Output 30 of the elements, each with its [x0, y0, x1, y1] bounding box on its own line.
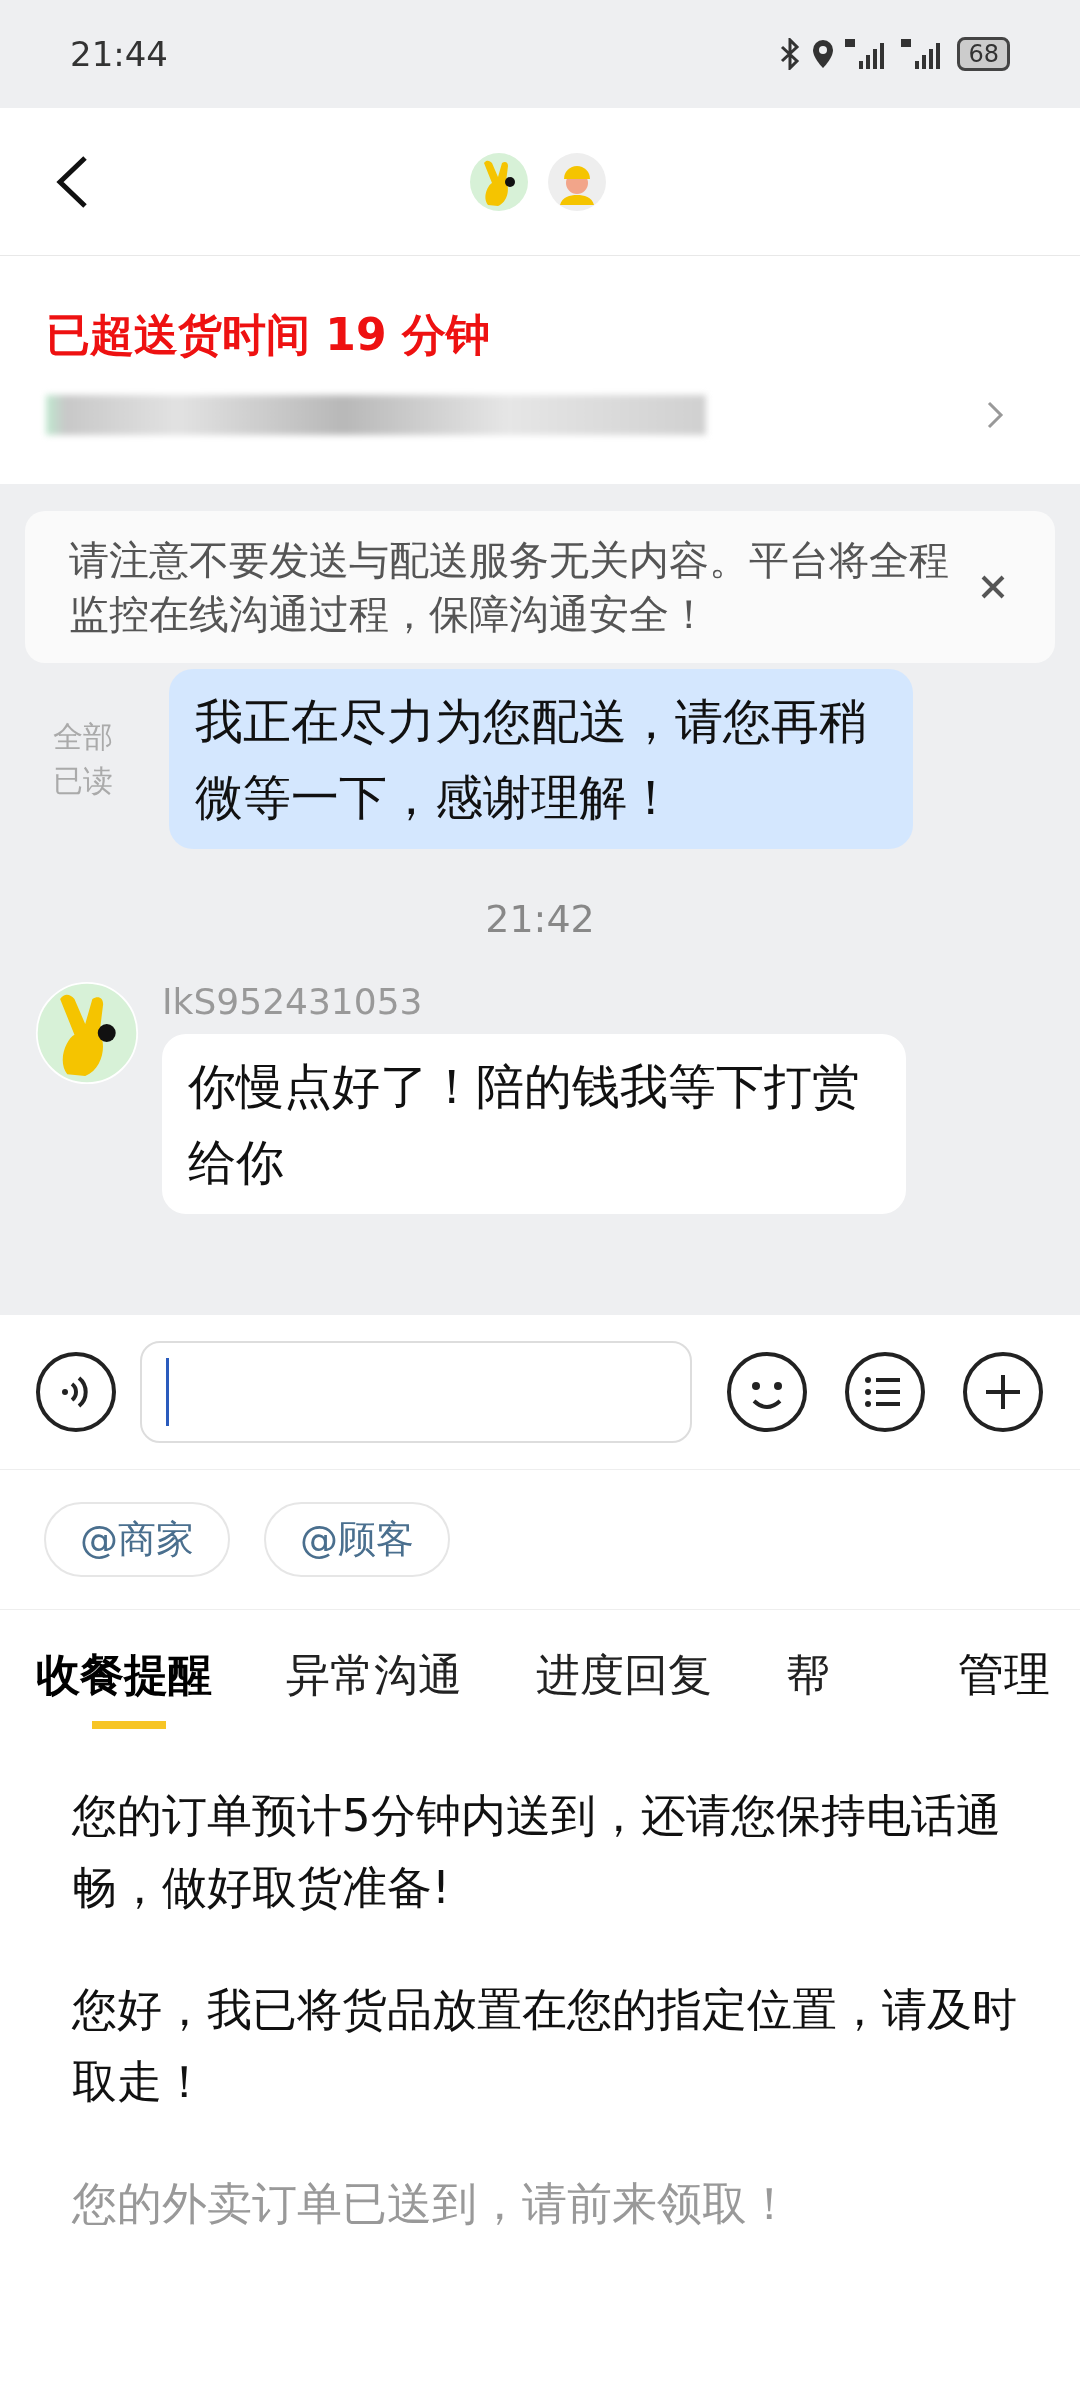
mention-chip[interactable]: @商家: [44, 1502, 230, 1577]
overdue-warning: 已超送货时间 19 分钟: [46, 308, 491, 362]
manage-button[interactable]: 管理: [928, 1610, 1080, 1740]
message-bubble: 我正在尽力为您配送，请您再稍微等一下，感谢理解！: [169, 669, 913, 849]
list-icon[interactable]: [844, 1351, 926, 1433]
bluetooth-icon: [779, 38, 802, 70]
plus-icon[interactable]: [962, 1351, 1044, 1433]
message-input[interactable]: [140, 1341, 692, 1443]
mascot-avatar: [470, 152, 528, 211]
battery-indicator: 68: [957, 37, 1010, 71]
reply-tab[interactable]: 帮: [786, 1619, 830, 1731]
message-time: 21:42: [484, 897, 596, 941]
quick-reply[interactable]: 您好，我已将货品放置在您的指定位置，请及时取走！: [72, 1974, 1022, 2118]
courier-avatar: [548, 152, 606, 211]
status-time: 21:44: [70, 34, 168, 74]
quick-reply[interactable]: 您的订单预计5分钟内送到，还请您保持电话通畅，做好取货准备!: [72, 1780, 1022, 1924]
mention-chip[interactable]: @顾客: [264, 1502, 450, 1577]
notice-text: 请注意不要发送与配送服务无关内容。平台将全程监控在线沟通过程，保障沟通安全！: [69, 536, 950, 639]
emoji-icon[interactable]: [726, 1351, 808, 1433]
chevron-right-icon[interactable]: [986, 400, 1004, 430]
close-icon[interactable]: [979, 573, 1007, 601]
read-status: 全部已读: [53, 718, 114, 800]
location-icon: [811, 39, 836, 69]
message-bubble: 你慢点好了！陪的钱我等下打赏给你: [162, 1034, 906, 1214]
reply-tab[interactable]: 收餐提醒: [36, 1619, 212, 1731]
back-icon[interactable]: [55, 154, 89, 209]
sender-name: IkS952431053: [162, 981, 424, 1022]
voice-icon[interactable]: [35, 1351, 117, 1433]
reply-tab[interactable]: 进度回复: [536, 1619, 712, 1731]
reply-tab[interactable]: 异常沟通: [286, 1619, 462, 1731]
